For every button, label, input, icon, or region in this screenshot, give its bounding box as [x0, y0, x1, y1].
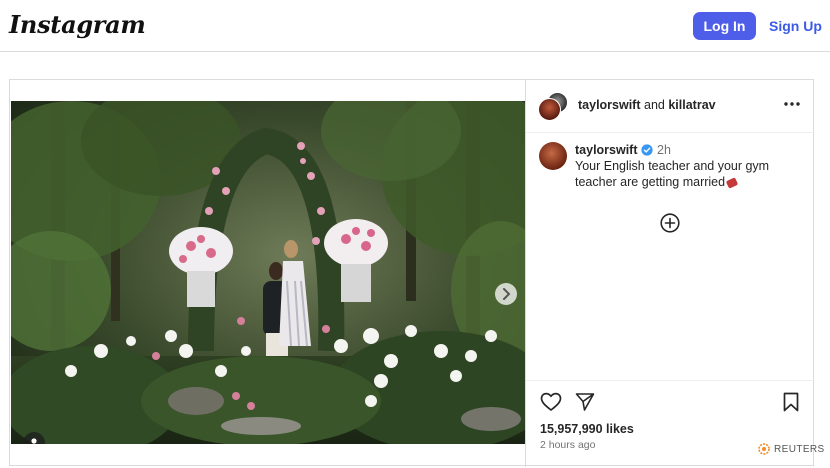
likes-count[interactable]: 15,957,990 likes [540, 422, 634, 436]
caption-timestamp: 2h [657, 143, 671, 157]
post-header: taylorswift and killatrav [526, 80, 815, 133]
garden-photo-illustration [11, 101, 525, 444]
author-conjunction: and [644, 98, 665, 112]
more-options-button[interactable] [782, 97, 802, 111]
signup-link[interactable]: Sign Up [769, 18, 822, 34]
caption-body: Your English teacher and your gym teache… [575, 159, 770, 189]
bookmark-icon [783, 392, 799, 412]
chevron-right-icon [503, 288, 510, 300]
post-card: taylorswift and killatrav taylorswift 2h… [9, 79, 815, 467]
paper-plane-icon [575, 393, 595, 411]
like-button[interactable] [540, 392, 562, 412]
add-comment-icon [660, 213, 680, 233]
share-button[interactable] [575, 392, 595, 412]
post-photo[interactable] [11, 101, 525, 444]
more-options-icon [784, 102, 800, 106]
heart-icon [540, 392, 562, 411]
reuters-logo-icon [758, 443, 770, 455]
post-side-panel: taylorswift and killatrav taylorswift 2h… [525, 80, 815, 467]
caption-text: Your English teacher and your gym teache… [575, 158, 795, 190]
collab-avatars[interactable] [538, 92, 568, 122]
caption-avatar[interactable] [539, 142, 567, 170]
next-photo-button[interactable] [495, 283, 517, 305]
caption-username[interactable]: taylorswift [575, 143, 638, 157]
reuters-label: REUTERS [774, 443, 825, 455]
instagram-logo[interactable]: Instagram [9, 10, 146, 39]
reuters-watermark: REUTERS [758, 443, 825, 455]
post-timestamp: 2 hours ago [540, 439, 596, 451]
ring-emoji-icon [725, 176, 739, 189]
user-tag-icon [31, 438, 37, 444]
login-button[interactable]: Log In [693, 12, 756, 40]
verified-badge-icon [641, 144, 653, 156]
author-link-collab[interactable]: killatrav [668, 98, 715, 112]
author-link-primary[interactable]: taylorswift [578, 98, 641, 112]
top-navigation-bar: Instagram Log In Sign Up [0, 0, 830, 52]
post-authors: taylorswift and killatrav [578, 98, 716, 112]
add-comment-button[interactable] [660, 213, 680, 233]
save-button[interactable] [782, 392, 800, 412]
avatar-taylorswift[interactable] [538, 98, 561, 121]
